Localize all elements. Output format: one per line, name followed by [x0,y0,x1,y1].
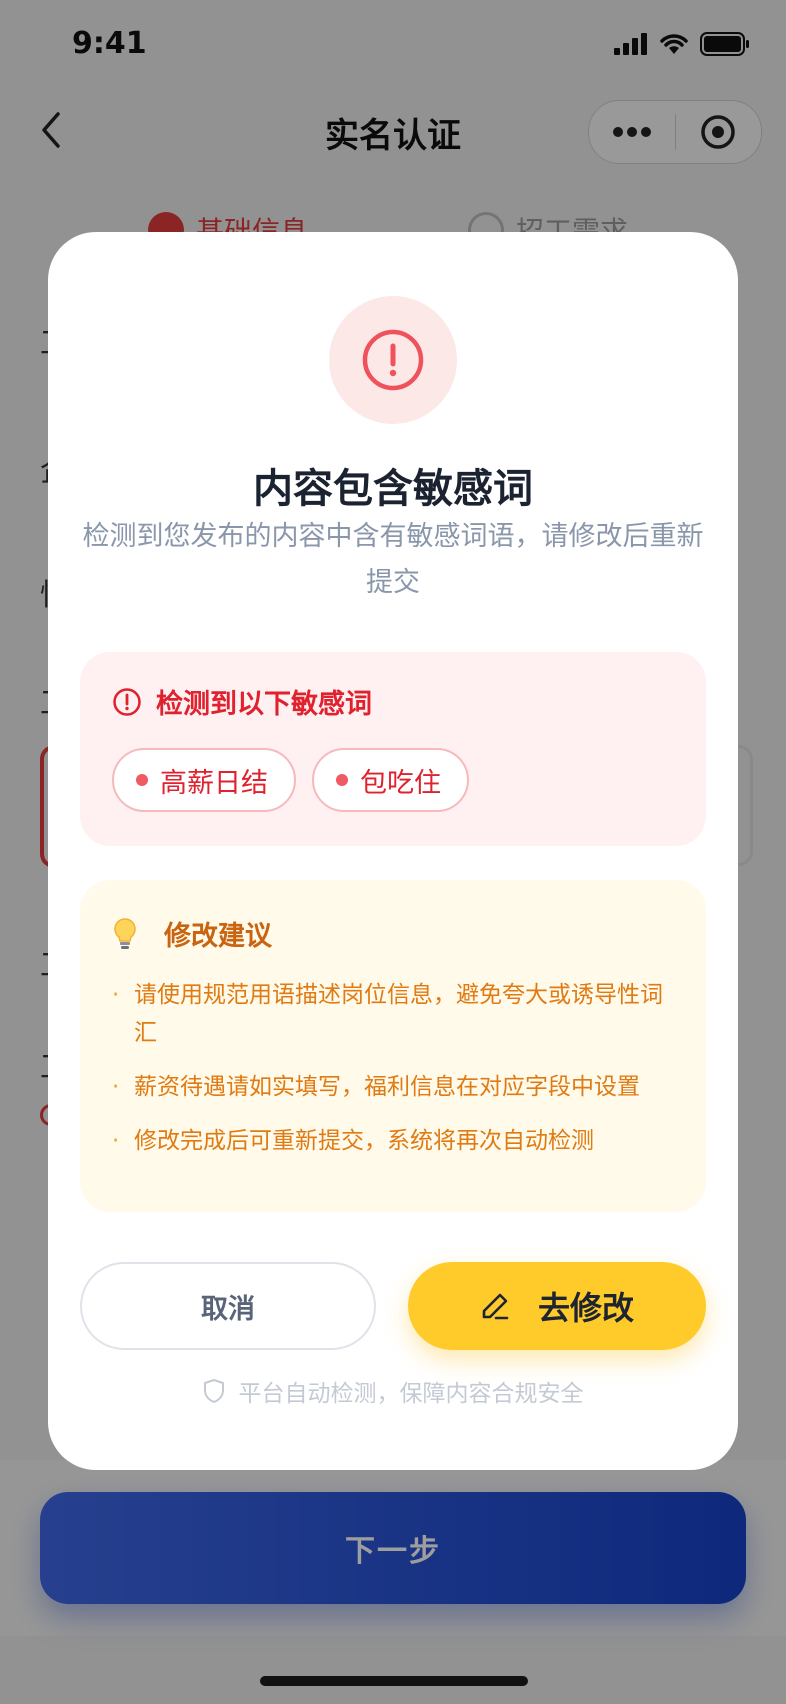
chip-dot [136,774,148,786]
sensitive-words-heading: 检测到以下敏感词 [112,682,372,721]
go-edit-button[interactable]: 去修改 [408,1262,706,1350]
sensitive-words-panel: 检测到以下敏感词 高薪日结 包吃住 [80,652,706,846]
sensitive-word-chip: 包吃住 [312,748,469,812]
chip-dot [336,774,348,786]
sensitive-word-dialog: 内容包含敏感词 检测到您发布的内容中含有敏感词语，请修改后重新提交 检测到以下敏… [48,232,738,1470]
sensitive-word-chip: 高薪日结 [112,748,296,812]
suggestion-item: · 修改完成后可重新提交，系统将再次自动检测 [112,1128,594,1154]
cancel-button[interactable]: 取消 [80,1262,376,1350]
alert-circle-icon [113,687,141,716]
suggestions-panel: 修改建议 · 请使用规范用语描述岗位信息，避免夸大或诱导性词汇 · 薪资待遇请如实填… [80,880,706,1212]
suggestions-list: · 请使用规范用语描述岗位信息，避免夸大或诱导性词汇 · 薪资待遇请如实填写，福利信… [112,976,680,1176]
compliance-note-text: 平台自动检测，保障内容合规安全 [238,1381,584,1407]
chip-label: 包吃住 [360,767,441,799]
sensitive-word-chips: 高薪日结 包吃住 [112,748,469,812]
dialog-title: 内容包含敏感词 [253,466,533,512]
suggestion-text: 薪资待遇请如实填写，福利信息在对应字段中设置 [134,1074,640,1100]
suggestion-text: 修改完成后可重新提交，系统将再次自动检测 [134,1128,594,1154]
sensitive-words-heading-text: 检测到以下敏感词 [156,689,372,720]
suggestion-item: · 请使用规范用语描述岗位信息，避免夸大或诱导性词汇 [112,982,663,1046]
dialog-description: 检测到您发布的内容中含有敏感词语，请修改后重新提交 [82,521,704,598]
chip-label: 高薪日结 [160,767,268,799]
home-indicator [260,1676,528,1686]
go-edit-label: 去修改 [537,1289,634,1327]
lightbulb-icon [114,917,136,949]
suggestions-heading-text: 修改建议 [164,921,272,952]
suggestions-heading: 修改建议 [112,914,272,953]
suggestion-item: · 薪资待遇请如实填写，福利信息在对应字段中设置 [112,1074,640,1100]
compliance-note: 平台自动检测，保障内容合规安全 [48,1374,738,1408]
warning-badge [329,296,457,424]
pencil-icon [482,1293,509,1320]
shield-icon [203,1379,224,1403]
alert-circle-icon [362,329,424,391]
suggestion-text: 请使用规范用语描述岗位信息，避免夸大或诱导性词汇 [134,982,663,1046]
